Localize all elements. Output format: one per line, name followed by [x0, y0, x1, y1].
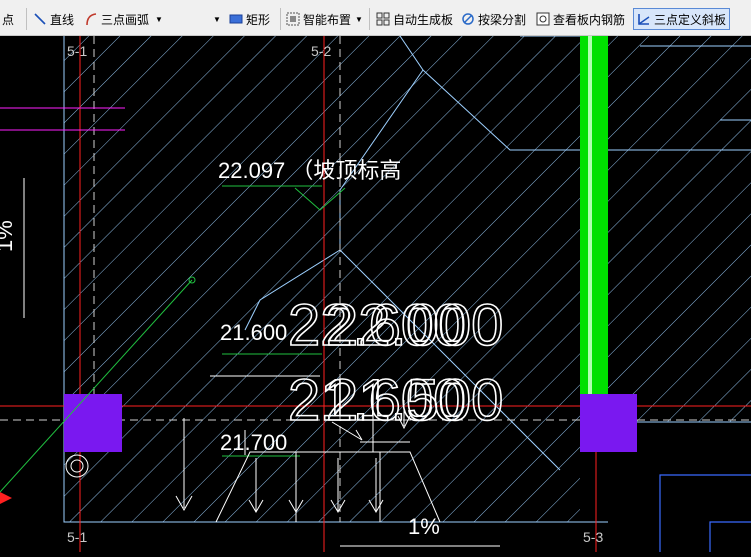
column-left[interactable]: [64, 394, 122, 452]
view-rebar-icon: [536, 12, 550, 26]
green-beam: [580, 36, 608, 422]
slab-top-elevation-label: 22.097 （坡顶标高: [218, 158, 401, 183]
arc-button[interactable]: 三点画弧 ▼: [84, 8, 163, 30]
rectangle-button[interactable]: 矩形: [229, 8, 270, 30]
arc-icon: [84, 12, 98, 26]
three-point-slope-icon: [637, 12, 651, 26]
arc-dropdown-icon[interactable]: ▼: [155, 15, 163, 24]
rectangle-label: 矩形: [246, 12, 271, 27]
smart-layout-label: 智能布置: [303, 12, 352, 27]
line-button[interactable]: 直线: [33, 8, 74, 30]
auto-slab-icon: [376, 12, 390, 26]
axis-label-bottom-left: 5-1: [67, 529, 87, 545]
elevation-21700-label: 21.700: [220, 430, 287, 455]
point-button[interactable]: 点: [2, 8, 14, 30]
split-by-beam-icon: [461, 12, 475, 26]
column-right[interactable]: [580, 394, 637, 452]
line-label: 直线: [50, 12, 75, 27]
big-value-2: 22.000: [326, 293, 503, 358]
three-point-slope-button[interactable]: 三点定义斜板: [633, 8, 731, 30]
slope-percent-bottom: 1%: [408, 514, 440, 539]
view-rebar-label: 查看板内钢筋: [553, 12, 626, 27]
axis-label-top-left: 5-1: [67, 43, 87, 59]
point-label: 点: [2, 12, 15, 27]
smart-layout-button[interactable]: 智能布置 ▼: [286, 8, 363, 30]
slope-percent-left: 1%: [0, 220, 17, 252]
toolbar-separator: [369, 8, 370, 30]
split-by-beam-label: 按梁分割: [478, 12, 527, 27]
green-beam-core: [588, 36, 592, 422]
cad-drawing-canvas[interactable]: 5-1 5-2 5-1 5-3 22.097 （坡顶标高 21.600 21.7…: [0, 35, 751, 552]
big-value-4: 21.500: [326, 368, 503, 433]
smart-layout-dropdown-icon[interactable]: ▼: [355, 15, 363, 24]
axis-label-bottom-right: 5-3: [583, 529, 603, 545]
smart-layout-icon: [286, 12, 300, 26]
chevron-down-icon: ▼: [213, 14, 221, 24]
toolbar-separator: [280, 8, 281, 30]
split-by-beam-button[interactable]: 按梁分割: [461, 8, 526, 30]
drawing-toolbar: 点 直线 三点画弧 ▼ ▼ 矩形 智能布置 ▼ 自动生成板 按梁分割 查看板内钢…: [0, 0, 751, 36]
red-arrow-icon: [0, 492, 12, 504]
line-icon: [33, 12, 47, 26]
three-point-slope-label: 三点定义斜板: [654, 12, 727, 27]
auto-slab-label: 自动生成板: [393, 12, 454, 27]
view-rebar-button[interactable]: 查看板内钢筋: [536, 8, 625, 30]
more-dropdown[interactable]: ▼: [213, 8, 221, 30]
auto-slab-button[interactable]: 自动生成板: [376, 8, 453, 30]
axis-label-top-mid: 5-2: [311, 43, 331, 59]
right-bottom-outlines: [659, 474, 751, 552]
rectangle-icon: [229, 12, 243, 26]
toolbar-separator: [26, 8, 27, 30]
arc-label: 三点画弧: [101, 12, 150, 27]
elevation-21600-label: 21.600: [220, 320, 287, 345]
slab-hatch-main: [64, 36, 580, 522]
slab-hatch-right: [608, 36, 751, 422]
